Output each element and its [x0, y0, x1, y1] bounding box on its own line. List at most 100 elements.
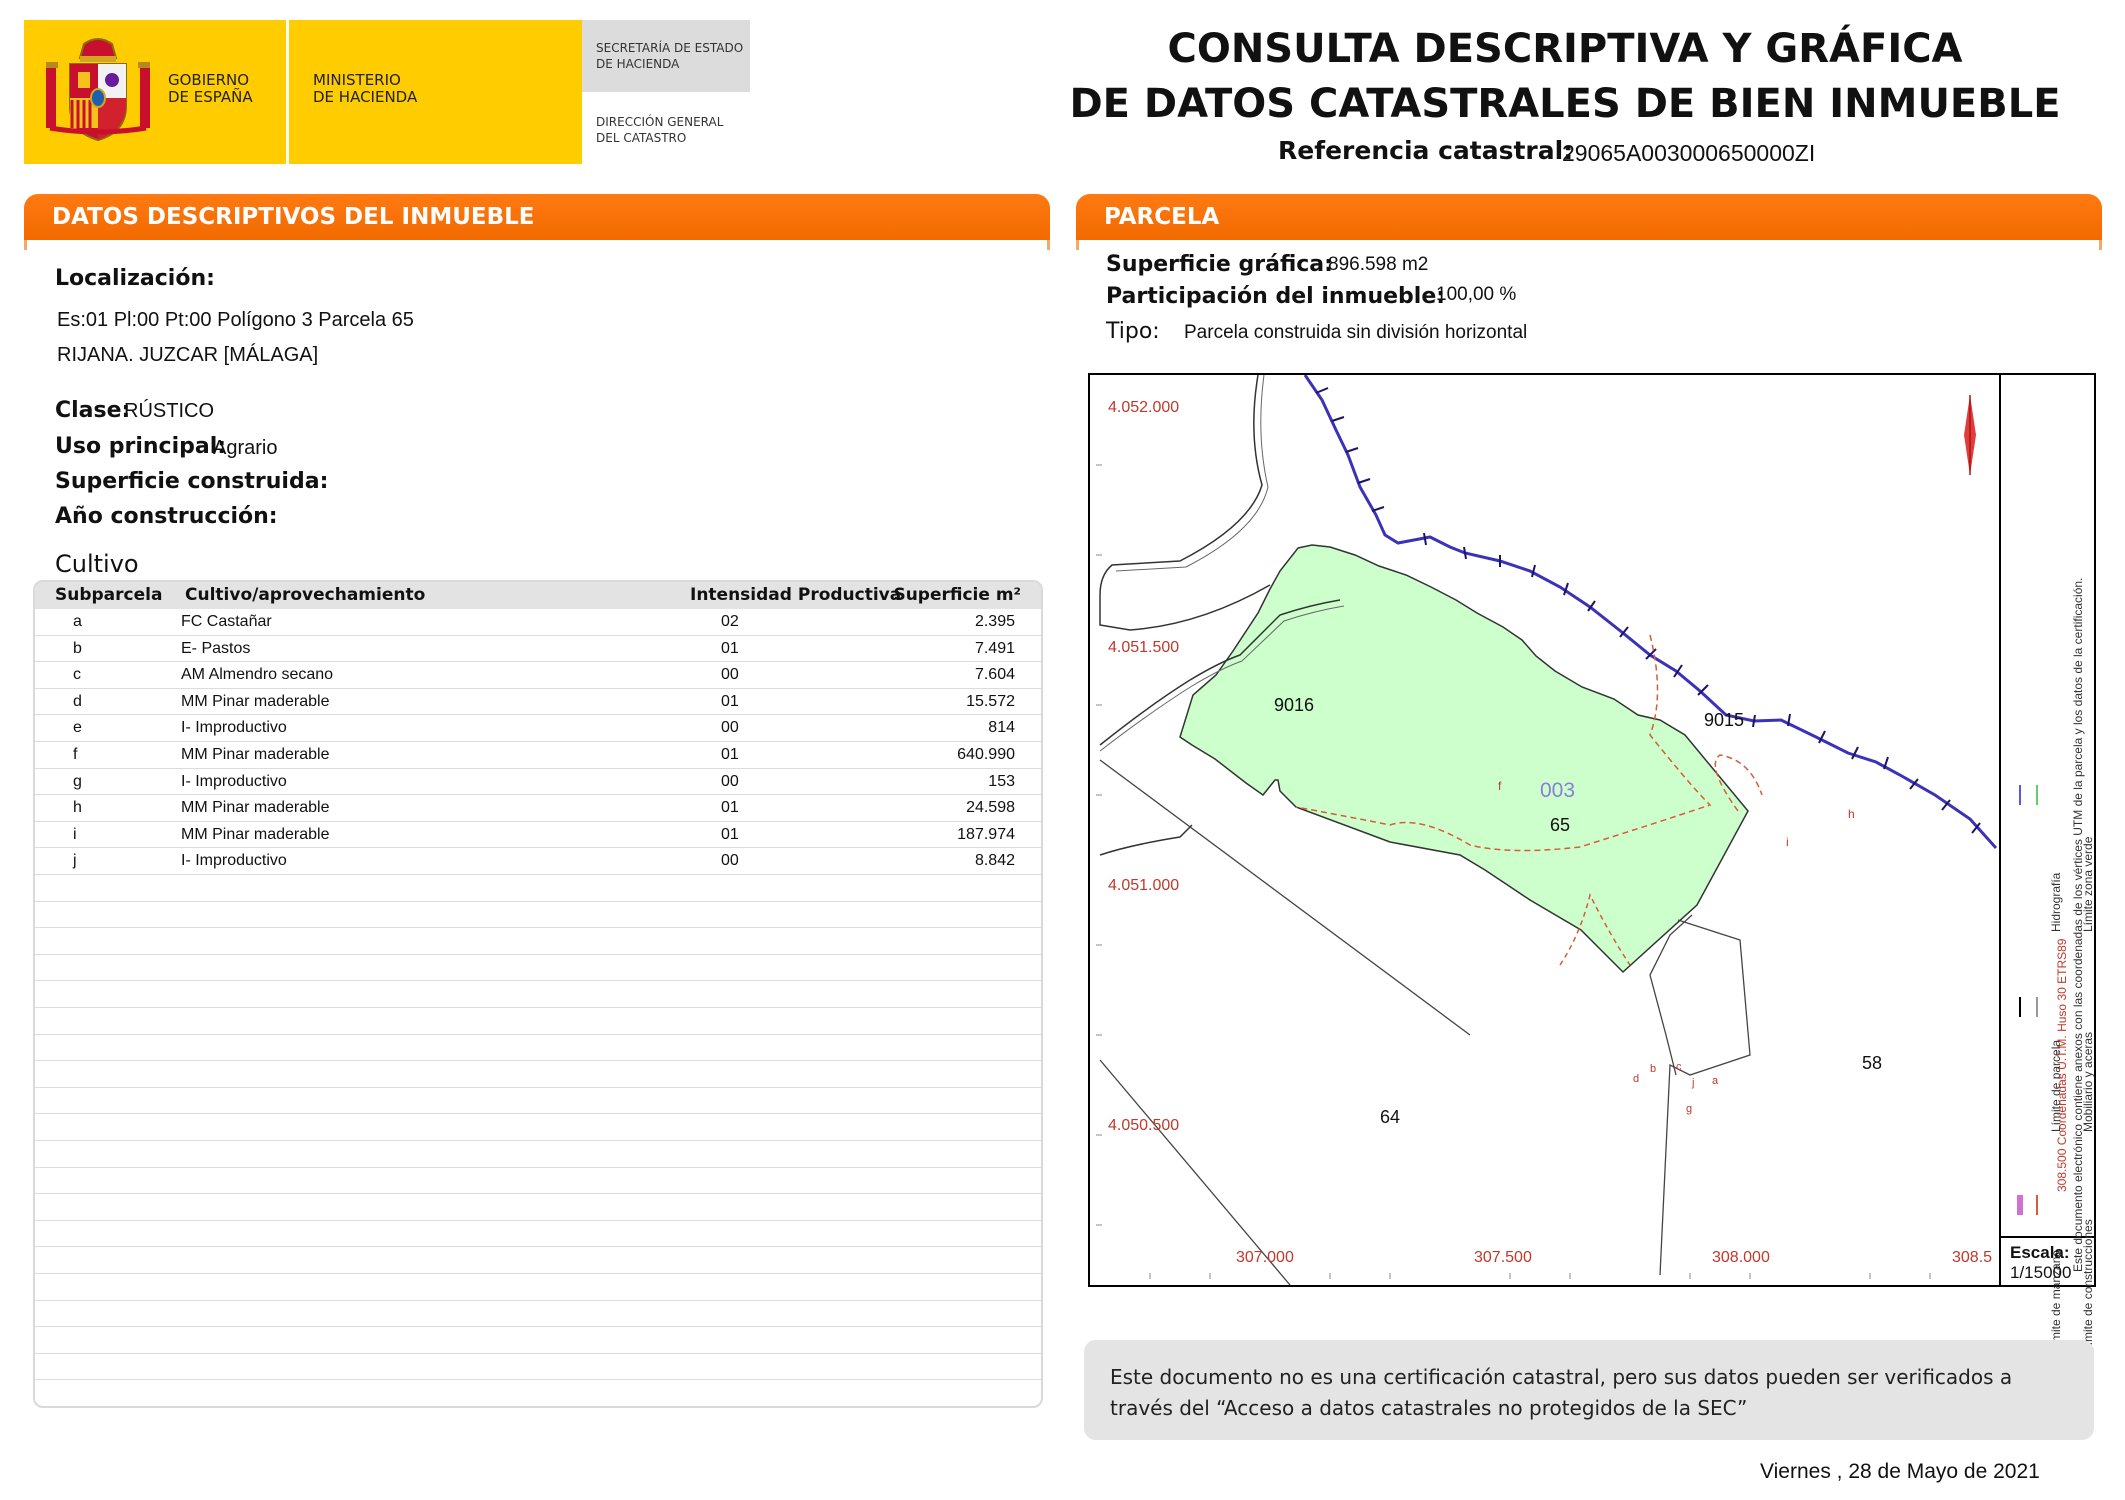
- ref-catastral-value: 29065A003000650000ZI: [1562, 140, 1816, 166]
- cell-cultivo: AM Almendro secano: [181, 666, 334, 684]
- y-label-3: 4.051.000: [1108, 877, 1180, 894]
- scale-value: 1/15000: [2010, 1263, 2072, 1282]
- subparcel-label-d: d: [1633, 1073, 1640, 1085]
- parcela-section: PARCELA: [1076, 194, 2102, 250]
- superficie-construida-label: Superficie construida:: [55, 469, 329, 494]
- cell-intensidad: 00: [721, 719, 739, 737]
- subparcel-label-c: c: [1676, 1061, 1682, 1073]
- cell-intensidad: 01: [721, 639, 739, 657]
- parcel-label-9015: 9015: [1704, 710, 1745, 730]
- table-row: [35, 875, 1041, 902]
- x-label-3: 308.000: [1712, 1249, 1770, 1266]
- table-row: j I- Improductivo 00 8.842: [35, 848, 1041, 875]
- cell-intensidad: 00: [721, 852, 739, 870]
- subparcel-label-f: f: [1498, 779, 1502, 793]
- cell-intensidad: 01: [721, 746, 739, 763]
- col-intensidad: Intensidad Productiva: [690, 585, 902, 605]
- cell-subparcela: h: [73, 799, 82, 817]
- cell-intensidad: 01: [721, 799, 739, 817]
- x-label-1: 307.000: [1236, 1249, 1294, 1266]
- subparcel-label-i: i: [1786, 835, 1789, 849]
- cell-cultivo: MM Pinar maderable: [181, 692, 330, 710]
- table-row: [35, 1114, 1041, 1141]
- table-row: [35, 1221, 1041, 1248]
- cell-superficie: 814: [988, 719, 1015, 737]
- section-title-prefix: DATOS DESCRIPTIVOS DEL: [52, 204, 402, 230]
- superficie-grafica-label: Superficie gráfica:: [1106, 252, 1333, 277]
- cell-cultivo: I- Improductivo: [181, 772, 287, 790]
- datos-descriptivos-section: DATOS DESCRIPTIVOS DEL INMUEBLE: [24, 194, 1050, 250]
- col-cultivo: Cultivo/aprovechamiento: [185, 585, 426, 605]
- cell-cultivo: I- Improductivo: [181, 852, 287, 870]
- subparcel-label-j: j: [1692, 1077, 1695, 1089]
- cell-cultivo: MM Pinar maderable: [181, 799, 330, 817]
- parcel-label-64: 64: [1380, 1107, 1401, 1127]
- superficie-grafica-value: 896.598 m2: [1328, 254, 1429, 275]
- cell-subparcela: g: [73, 772, 82, 790]
- section-title-bold: INMUEBLE: [401, 204, 535, 230]
- table-row: h MM Pinar maderable 01 24.598: [35, 795, 1041, 822]
- x-label-4: 308.5: [1952, 1249, 1993, 1266]
- section-edge: [24, 240, 1050, 250]
- cell-subparcela: b: [73, 639, 82, 657]
- participacion-value: 100,00 %: [1436, 284, 1517, 305]
- table-row: e I- Improductivo 00 814: [35, 715, 1041, 742]
- participacion-label: Participación del inmueble:: [1106, 284, 1446, 309]
- clase-value: RÚSTICO: [124, 400, 214, 422]
- y-label-2: 4.051.500: [1108, 639, 1180, 656]
- cell-superficie: 24.598: [966, 799, 1015, 817]
- road-lower: [1099, 824, 1193, 856]
- cell-subparcela: f: [73, 746, 78, 763]
- ref-catastral-label: Referencia catastral:: [1278, 136, 1574, 165]
- cell-superficie: 153: [988, 772, 1015, 790]
- cell-cultivo: MM Pinar maderable: [181, 746, 330, 763]
- cell-subparcela: d: [73, 692, 82, 710]
- uso-principal-value: Agrario: [213, 437, 278, 459]
- cell-intensidad: 01: [721, 825, 739, 843]
- parcel-label-65: 65: [1550, 815, 1571, 835]
- table-row: d MM Pinar maderable 01 15.572: [35, 689, 1041, 716]
- table-row: [35, 1035, 1041, 1062]
- uso-principal-label: Uso principal:: [55, 434, 227, 459]
- cell-intensidad: 00: [721, 666, 739, 684]
- table-row: [35, 1168, 1041, 1195]
- subparcel-label-b: b: [1650, 1063, 1657, 1075]
- cell-cultivo: FC Castañar: [181, 613, 272, 630]
- subparcel-label-a: a: [1712, 1075, 1719, 1087]
- table-row: g I- Improductivo 00 153: [35, 769, 1041, 796]
- cultivo-label: Cultivo: [55, 550, 139, 578]
- page-title: CONSULTA DESCRIPTIVA Y GRÁFICA DE DATOS …: [1050, 22, 2080, 132]
- cell-intensidad: 01: [721, 692, 739, 710]
- cell-superficie: 8.842: [974, 852, 1015, 870]
- secretaria-line-2: DE HACIENDA: [596, 57, 680, 71]
- cadastral-map: 4.052.000 4.051.500 4.051.000 4.050.500 …: [1088, 373, 2096, 1352]
- table-row: b E- Pastos 01 7.491: [35, 636, 1041, 663]
- table-row: [35, 1247, 1041, 1274]
- cell-intensidad: 00: [721, 772, 739, 790]
- table-row: [35, 981, 1041, 1008]
- cell-subparcela: a: [73, 613, 82, 630]
- direccion-line-1: DIRECCIÓN GENERAL: [596, 115, 724, 129]
- table-row: i MM Pinar maderable 01 187.974: [35, 822, 1041, 849]
- verification-notice: Este documento no es una certificación c…: [1084, 1340, 2094, 1440]
- cell-cultivo: I- Improductivo: [181, 719, 287, 737]
- parcel-65-polygon: [1179, 544, 1749, 974]
- anio-construccion-label: Año construcción:: [55, 504, 278, 529]
- table-row: [35, 1274, 1041, 1301]
- logo-divider: [286, 20, 289, 164]
- parcela-header: PARCELA: [1076, 194, 2102, 240]
- electronic-note: Este documento electrónico contiene anex…: [2071, 577, 2085, 1272]
- cell-cultivo: E- Pastos: [181, 639, 251, 657]
- cell-subparcela: i: [73, 825, 77, 843]
- boundary-58: [1659, 919, 1751, 1276]
- coat-of-arms-icon: [46, 38, 150, 142]
- table-row: [35, 1380, 1041, 1406]
- tipo-label: Tipo:: [1106, 319, 1160, 344]
- parcel-label-58: 58: [1862, 1053, 1883, 1073]
- page-title-line-1: CONSULTA DESCRIPTIVA Y GRÁFICA: [1167, 26, 1963, 72]
- cell-superficie: 7.604: [974, 666, 1015, 684]
- table-row: [35, 1301, 1041, 1328]
- table-row: [35, 1194, 1041, 1221]
- localizacion-label: Localización:: [55, 266, 215, 291]
- cell-superficie: 187.974: [957, 825, 1015, 843]
